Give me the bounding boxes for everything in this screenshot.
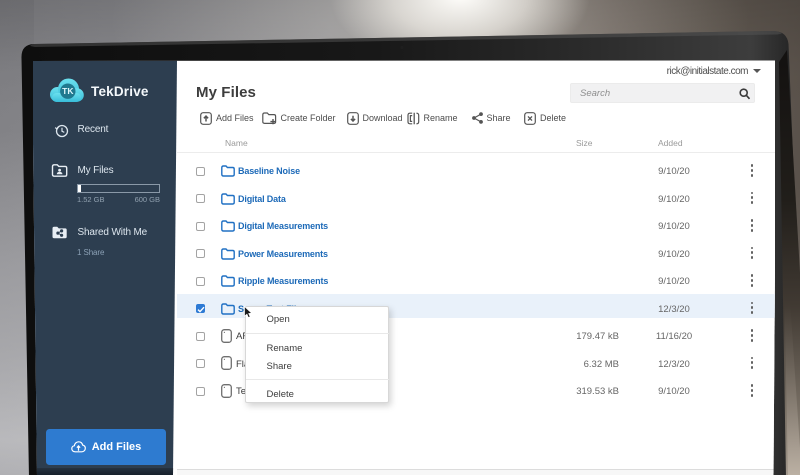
svg-text:TK: TK bbox=[62, 86, 74, 96]
